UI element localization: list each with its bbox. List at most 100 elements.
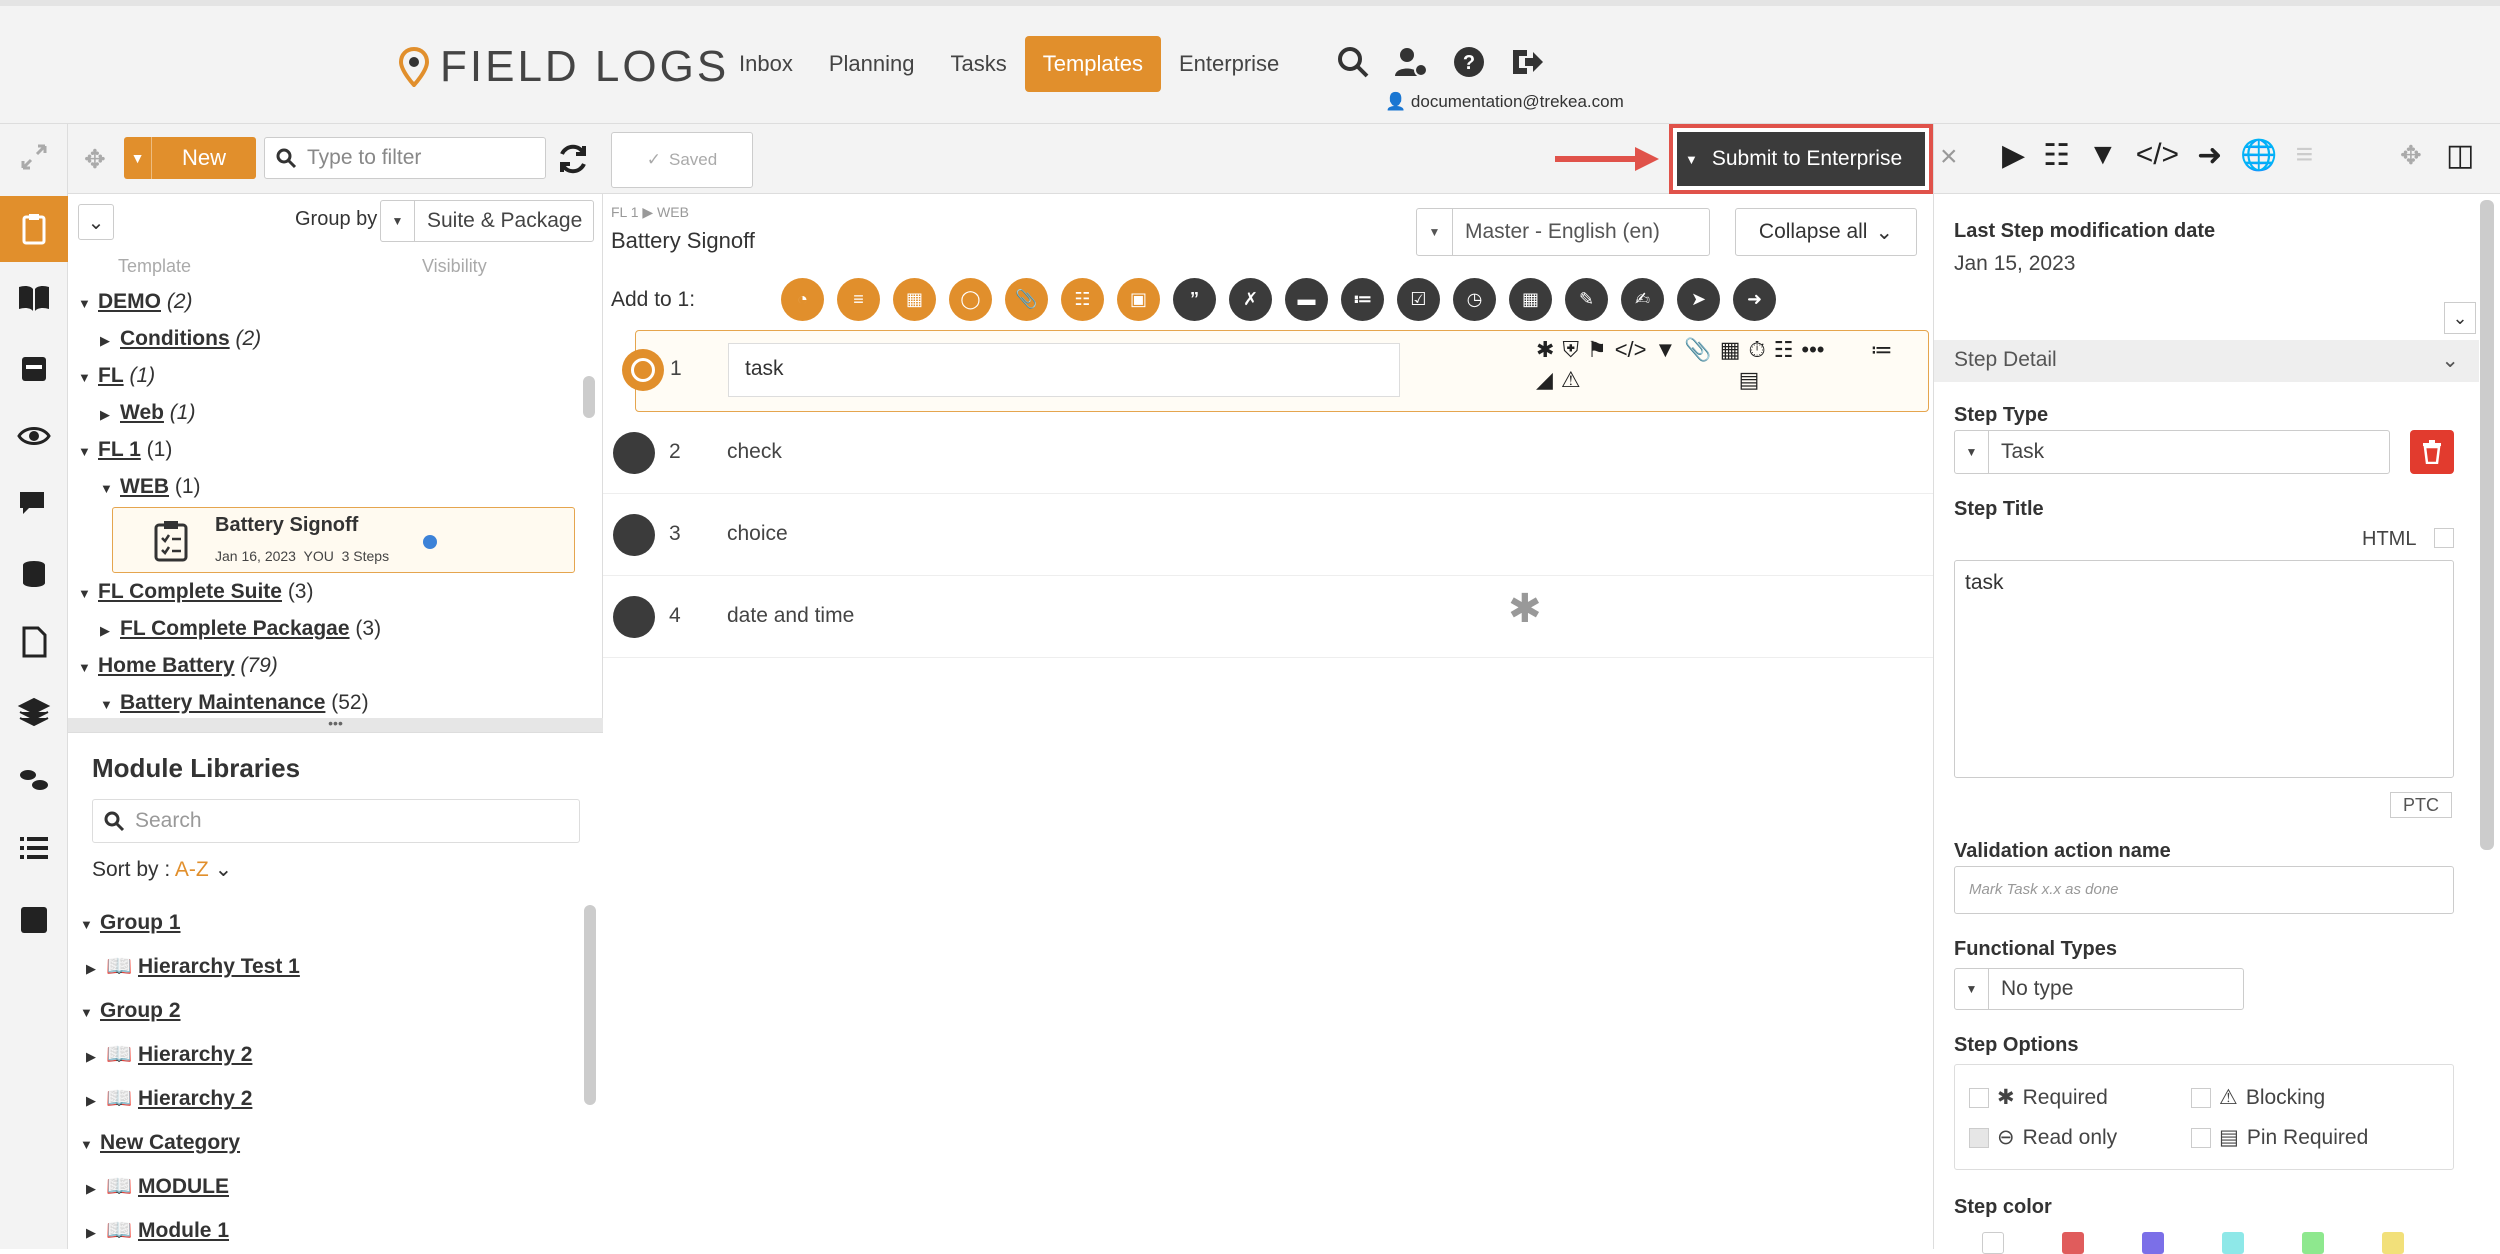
measure-step-icon[interactable]: ✎ <box>1565 278 1608 321</box>
required-icon[interactable]: ✱ <box>1536 337 1554 363</box>
expand-icon[interactable] <box>0 132 68 182</box>
code-icon[interactable]: </> <box>2136 138 2179 173</box>
nav-enterprise[interactable]: Enterprise <box>1161 36 1297 92</box>
module-group[interactable]: ▼ Group 2 <box>80 999 181 1023</box>
color-swatch-yellow[interactable] <box>2382 1232 2404 1254</box>
color-swatch-red[interactable] <box>2062 1232 2084 1254</box>
functional-types-select[interactable]: ▼ No type <box>1954 968 2244 1010</box>
code-icon[interactable]: </> <box>1615 337 1647 363</box>
move-icon[interactable]: ✥ <box>84 144 106 175</box>
tree-item-fl[interactable]: ▼ FL (1) <box>78 364 155 388</box>
module-item[interactable]: ▶ 📖 Hierarchy 2 <box>86 1087 252 1111</box>
tree-item-web-upper[interactable]: ▼ WEB (1) <box>100 475 201 499</box>
templates-rail-icon[interactable] <box>0 196 68 262</box>
option-pin-required[interactable]: ▤ Pin Required <box>2191 1125 2368 1150</box>
step-title-textarea[interactable]: task <box>1954 560 2454 778</box>
choice-step-icon[interactable]: ▬ <box>1285 278 1328 321</box>
share-step-icon[interactable]: ➤ <box>1677 278 1720 321</box>
tree-item-fl-complete-package[interactable]: ▶ FL Complete Packagae (3) <box>100 617 381 641</box>
move-icon[interactable]: ✥ <box>2400 140 2422 171</box>
saved-button[interactable]: ✓ Saved <box>611 132 753 188</box>
section-step-icon[interactable]: ◔ <box>781 278 824 321</box>
module-group[interactable]: ▼ Group 1 <box>80 911 181 935</box>
fail-step-icon[interactable]: ✗ <box>1229 278 1272 321</box>
tree-item-fl1[interactable]: ▼ FL 1 (1) <box>78 438 172 462</box>
form-step-icon[interactable]: ☷ <box>1061 278 1104 321</box>
new-dropdown-caret-icon[interactable]: ▼ <box>124 137 152 179</box>
globe-icon[interactable]: 🌐 <box>2240 138 2277 173</box>
step-row[interactable]: 2 check <box>603 412 1933 494</box>
comments-icon[interactable] <box>0 476 68 532</box>
datetime-step-icon[interactable]: ◷ <box>1453 278 1496 321</box>
collapse-all-button[interactable]: Collapse all ⌄ <box>1735 208 1917 256</box>
module-item[interactable]: ▶ 📖 MODULE <box>86 1175 229 1199</box>
tree-item-web[interactable]: ▶ Web (1) <box>100 401 195 425</box>
layout-icon[interactable]: ◫ <box>2446 138 2474 173</box>
step-type-select[interactable]: ▼ Task <box>1954 430 2390 474</box>
filter-icon[interactable]: ▼ <box>2088 138 2118 173</box>
color-swatch-purple[interactable] <box>2142 1232 2164 1254</box>
id-card-icon[interactable]: ▤ <box>1739 367 1760 393</box>
book-icon[interactable] <box>0 270 68 326</box>
sort-control[interactable]: Sort by : A-Z ⌄ <box>92 857 232 882</box>
filter-input[interactable]: Type to filter <box>264 137 546 179</box>
color-swatch-none[interactable] <box>1982 1232 2004 1254</box>
option-read-only[interactable]: ⊖ Read only <box>1969 1125 2117 1150</box>
pdf-icon[interactable] <box>0 614 68 670</box>
stopwatch-icon[interactable]: ⏱ <box>1748 337 1765 363</box>
checkbox-step-icon[interactable]: ☑ <box>1397 278 1440 321</box>
media-step-icon[interactable]: ▣ <box>1117 278 1160 321</box>
chevron-down-icon[interactable]: ⌄ <box>2444 302 2476 334</box>
check-step-icon[interactable]: ≔ <box>1341 278 1384 321</box>
square-icon[interactable] <box>0 892 68 948</box>
table-step-icon[interactable]: ▦ <box>893 278 936 321</box>
database-icon[interactable] <box>0 546 68 602</box>
more-icon[interactable]: ••• <box>1801 337 1824 363</box>
group-by-select[interactable]: ▼ Suite & Package <box>380 200 594 242</box>
forward-icon[interactable]: ➜ <box>2197 138 2222 173</box>
ptc-button[interactable]: PTC <box>2390 792 2452 818</box>
user-settings-icon[interactable] <box>1393 44 1429 80</box>
inbox-rail-icon[interactable] <box>0 340 68 396</box>
checklist-icon[interactable]: ≔ <box>1871 337 1893 363</box>
option-blocking[interactable]: ⚠ Blocking <box>2191 1085 2325 1110</box>
shield-icon[interactable]: ⛨ <box>1562 337 1579 363</box>
footsteps-icon[interactable] <box>0 752 68 808</box>
refresh-icon[interactable] <box>554 140 592 178</box>
nav-inbox[interactable]: Inbox <box>721 36 811 92</box>
nav-planning[interactable]: Planning <box>811 36 933 92</box>
table-icon[interactable]: ☷ <box>1774 337 1794 363</box>
module-item[interactable]: ▶ 📖 Hierarchy Test 1 <box>86 955 300 979</box>
paperclip-icon[interactable]: 📎 <box>1684 337 1711 363</box>
color-swatch-cyan[interactable] <box>2222 1232 2244 1254</box>
module-item[interactable]: ▶ 📖 Module 1 <box>86 1219 229 1243</box>
goto-step-icon[interactable]: ➜ <box>1733 278 1776 321</box>
layers-icon[interactable] <box>0 684 68 740</box>
list-icon[interactable] <box>0 820 68 876</box>
quote-step-icon[interactable]: ” <box>1173 278 1216 321</box>
filter-icon[interactable]: ▼ <box>1655 337 1677 363</box>
search-icon[interactable] <box>1335 44 1371 80</box>
ruler-icon[interactable]: ◢ <box>1536 367 1553 393</box>
selected-template-card[interactable]: Battery Signoff Jan 16, 2023 YOU 3 Steps <box>112 507 575 573</box>
play-icon[interactable]: ▶ <box>2002 138 2025 173</box>
new-button[interactable]: ▼ New <box>124 137 256 179</box>
help-icon[interactable]: ? <box>1451 44 1487 80</box>
tree-item-demo[interactable]: ▼ DEMO (2) <box>78 290 193 314</box>
tree-item-conditions[interactable]: ▶ Conditions (2) <box>100 327 261 351</box>
submit-to-enterprise-button[interactable]: ▼ Submit to Enterprise <box>1669 124 1933 194</box>
module-scrollbar[interactable] <box>584 905 596 1105</box>
step-row[interactable]: 4 date and time ✱ <box>603 576 1933 658</box>
tree-item-home-battery[interactable]: ▼ Home Battery (79) <box>78 654 278 678</box>
step-title-input[interactable]: task <box>728 343 1400 397</box>
step-detail-header[interactable]: Step Detail ⌄ <box>1934 340 2479 382</box>
list-step-icon[interactable]: ≡ <box>837 278 880 321</box>
step-row-selected[interactable]: 1 task ✱ ⛨ ⚑ </> ▼ 📎 ▦ ⏱ ☷ ••• ≔ ◢ ⚠ ▤ <box>622 330 1929 412</box>
nav-templates[interactable]: Templates <box>1024 36 1161 92</box>
close-icon[interactable]: × <box>1940 140 1958 174</box>
clipboard-icon[interactable]: ☷ <box>2043 138 2070 173</box>
nav-tasks[interactable]: Tasks <box>932 36 1024 92</box>
attachment-step-icon[interactable]: 📎 <box>1005 278 1048 321</box>
warning-icon[interactable]: ⚠ <box>1561 367 1581 393</box>
tags-icon[interactable]: ⚑ <box>1587 337 1607 363</box>
